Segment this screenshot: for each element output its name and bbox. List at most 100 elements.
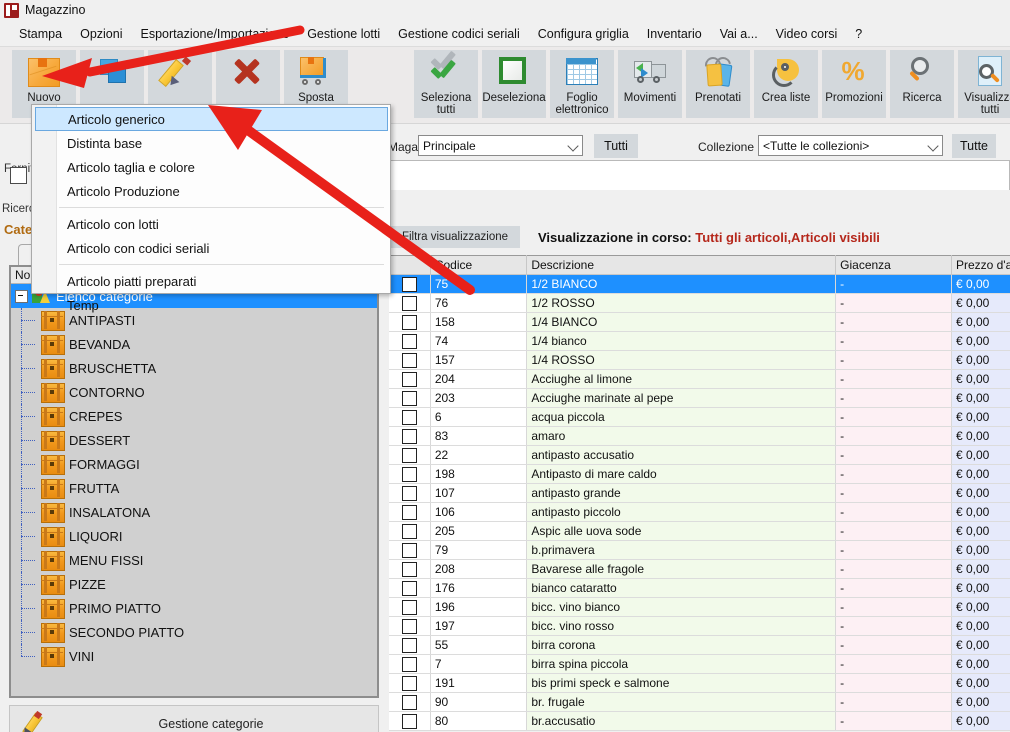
- row-checkbox-cell[interactable]: [388, 540, 431, 560]
- tree-item-formaggi[interactable]: FORMAGGI: [11, 452, 377, 476]
- row-checkbox-cell[interactable]: [388, 426, 431, 446]
- tree-item-bevanda[interactable]: BEVANDA: [11, 332, 377, 356]
- menu-item-help[interactable]: ?: [846, 23, 871, 45]
- row-checkbox[interactable]: [401, 447, 417, 463]
- table-row[interactable]: 751/2 BIANCO-€ 0,00€ 4,5455Fornit: [388, 274, 1010, 294]
- row-checkbox-cell[interactable]: [388, 445, 431, 465]
- dropdown-item-articolo-con-lotti[interactable]: Articolo con lotti: [59, 212, 388, 236]
- row-checkbox[interactable]: [401, 371, 417, 387]
- filtra-visualizzazione-button[interactable]: Filtra visualizzazione: [390, 226, 520, 248]
- table-row[interactable]: 79b.primavera-€ 0,00€ 4,5455Fornit: [388, 540, 1010, 560]
- row-checkbox[interactable]: [401, 390, 417, 406]
- row-checkbox[interactable]: [401, 675, 417, 691]
- toolbar-button-crea-liste[interactable]: Crea liste: [754, 50, 818, 118]
- row-checkbox-cell[interactable]: [388, 502, 431, 522]
- row-checkbox[interactable]: [401, 333, 417, 349]
- row-checkbox-cell[interactable]: [388, 692, 431, 712]
- tree-item-frutta[interactable]: FRUTTA: [11, 476, 377, 500]
- row-checkbox-cell[interactable]: [388, 616, 431, 636]
- table-row[interactable]: 191bis primi speck e salmone-€ 0,00€ 7,2…: [388, 673, 1010, 693]
- menu-item-inventario[interactable]: Inventario: [638, 23, 711, 45]
- toolbar-button-prenotati[interactable]: Prenotati: [686, 50, 750, 118]
- row-checkbox[interactable]: [401, 295, 417, 311]
- table-row[interactable]: 106antipasto piccolo-€ 0,00€ 3,6364Forni…: [388, 502, 1010, 522]
- row-checkbox[interactable]: [401, 466, 417, 482]
- row-checkbox[interactable]: [401, 694, 417, 710]
- row-checkbox-cell[interactable]: [388, 578, 431, 598]
- toolbar-button-visualizza-tutti[interactable]: Visualizza tutti: [958, 50, 1010, 118]
- row-checkbox-cell[interactable]: [388, 464, 431, 484]
- row-checkbox[interactable]: [401, 485, 417, 501]
- toolbar-button-ricerca[interactable]: Ricerca: [890, 50, 954, 118]
- tutte-button[interactable]: Tutte: [952, 134, 996, 158]
- row-checkbox-cell[interactable]: [388, 274, 431, 294]
- toolbar-button-deseleziona[interactable]: Deseleziona: [482, 50, 546, 118]
- tree-item-vini[interactable]: VINI: [11, 644, 377, 668]
- menu-item-opzioni[interactable]: Opzioni: [71, 23, 131, 45]
- grid-header-descrizione[interactable]: Descrizione: [526, 255, 837, 275]
- table-row[interactable]: 6acqua piccola-€ 0,00€ 0,9091Fornit: [388, 407, 1010, 427]
- tree-item-bruschetta[interactable]: BRUSCHETTA: [11, 356, 377, 380]
- new-article-dropdown-menu[interactable]: Articolo generico Distinta base Articolo t…: [31, 104, 391, 313]
- row-checkbox-cell[interactable]: [388, 407, 431, 427]
- collapse-icon[interactable]: [15, 289, 28, 303]
- magazzino-select[interactable]: Principale: [418, 135, 583, 156]
- dropdown-item-articolo-produzione[interactable]: Articolo Produzione: [59, 179, 388, 203]
- grid-header-checkbox[interactable]: [388, 255, 431, 275]
- dropdown-item-articolo-con-codici-seriali[interactable]: Articolo con codici seriali: [59, 236, 388, 260]
- grid-header-codice[interactable]: Codice: [429, 255, 528, 275]
- collezione-select[interactable]: <Tutte le collezioni>: [758, 135, 943, 156]
- menu-item-video-corsi[interactable]: Video corsi: [767, 23, 847, 45]
- row-checkbox-cell[interactable]: [388, 597, 431, 617]
- row-checkbox[interactable]: [401, 618, 417, 634]
- table-row[interactable]: 761/2 ROSSO-€ 0,00€ 3,6364Fornit: [388, 293, 1010, 313]
- row-checkbox[interactable]: [401, 523, 417, 539]
- row-checkbox[interactable]: [401, 314, 417, 330]
- menu-item-esportazione-importazione[interactable]: Esportazione/Importazione: [131, 23, 298, 45]
- table-row[interactable]: 176bianco cataratto-€ 0,00€ 9,0909Fornit: [388, 578, 1010, 598]
- gestione-categorie-button[interactable]: Gestione categorie: [9, 705, 379, 732]
- row-checkbox[interactable]: [401, 637, 417, 653]
- row-checkbox-cell[interactable]: [388, 559, 431, 579]
- row-checkbox[interactable]: [401, 542, 417, 558]
- toolbar-button-seleziona-tutti[interactable]: Seleziona tutti: [414, 50, 478, 118]
- menu-item-gestione-lotti[interactable]: Gestione lotti: [298, 23, 389, 45]
- menu-item-gestione-codici-seriali[interactable]: Gestione codici seriali: [389, 23, 529, 45]
- tree-item-menu-fissi[interactable]: MENU FISSI: [11, 548, 377, 572]
- toolbar-button-foglio-elettronico[interactable]: Foglio elettronico: [550, 50, 614, 118]
- grid-header-prezzo-acquisto[interactable]: Prezzo d'acquisto: [950, 255, 1010, 275]
- grid-header-giacenza[interactable]: Giacenza: [835, 255, 952, 275]
- articles-grid-container[interactable]: Codice Descrizione Giacenza Prezzo d'acq…: [388, 255, 1010, 732]
- row-checkbox-cell[interactable]: [388, 654, 431, 674]
- tree-item-insalatona[interactable]: INSALATONA: [11, 500, 377, 524]
- row-checkbox[interactable]: [401, 599, 417, 615]
- fornitore-checkbox[interactable]: [10, 167, 27, 184]
- tree-item-crepes[interactable]: CREPES: [11, 404, 377, 428]
- table-row[interactable]: 741/4 bianco-€ 0,00€ 2,2727Fornit: [388, 331, 1010, 351]
- table-row[interactable]: 22antipasto accusatio-€ 0,00€ 10,9091For…: [388, 445, 1010, 465]
- row-checkbox[interactable]: [401, 713, 417, 729]
- menu-item-vai-a[interactable]: Vai a...: [711, 23, 767, 45]
- row-checkbox[interactable]: [401, 276, 417, 292]
- row-checkbox-cell[interactable]: [388, 388, 431, 408]
- menu-item-configura-griglia[interactable]: Configura griglia: [529, 23, 638, 45]
- row-checkbox[interactable]: [401, 580, 417, 596]
- toolbar-button-promozioni[interactable]: % Promozioni: [822, 50, 886, 118]
- table-row[interactable]: 55birra corona-€ 0,00€ 3,6364Fornit: [388, 635, 1010, 655]
- row-checkbox-cell[interactable]: [388, 711, 431, 731]
- row-checkbox[interactable]: [401, 656, 417, 672]
- category-tree[interactable]: Nome Elenco categorieANTIPASTIBEVANDABRU…: [9, 265, 379, 698]
- tree-item-secondo-piatto[interactable]: SECONDO PIATTO: [11, 620, 377, 644]
- row-checkbox[interactable]: [401, 409, 417, 425]
- table-row[interactable]: 1581/4 BIANCO-€ 0,00€ 1,8182Fornit: [388, 312, 1010, 332]
- table-row[interactable]: 196bicc. vino bianco-€ 0,00€ 1,8182Forni…: [388, 597, 1010, 617]
- table-row[interactable]: 83amaro-€ 0,00€ 2,7273Fornit: [388, 426, 1010, 446]
- toolbar-button-movimenti[interactable]: Movimenti: [618, 50, 682, 118]
- table-row[interactable]: 80br.accusatio-€ 0,00€ 5,4545Fornit: [388, 711, 1010, 731]
- table-row[interactable]: 197bicc. vino rosso-€ 0,00€ 1,8182Fornit: [388, 616, 1010, 636]
- row-checkbox-cell[interactable]: [388, 635, 431, 655]
- table-row[interactable]: 204Acciughe al limone-€ 0,00€ 4,5455Forn…: [388, 369, 1010, 389]
- table-row[interactable]: 1571/4 ROSSO-€ 0,00€ 1,8182Fornit: [388, 350, 1010, 370]
- table-row[interactable]: 208Bavarese alle fragole-€ 0,00€ 3,8462F…: [388, 559, 1010, 579]
- row-checkbox-cell[interactable]: [388, 293, 431, 313]
